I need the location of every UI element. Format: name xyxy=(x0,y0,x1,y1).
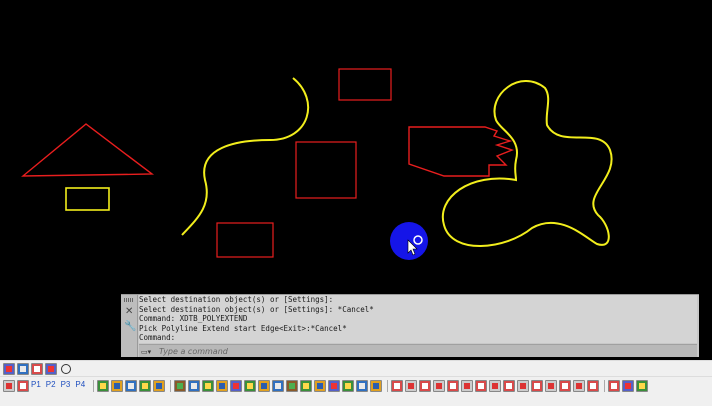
p4-icon[interactable]: P4 xyxy=(75,380,85,389)
tool-icon[interactable] xyxy=(489,380,502,392)
layer-icon[interactable] xyxy=(45,362,57,375)
drawing-canvas[interactable] xyxy=(0,0,712,294)
red-rectangle-top[interactable] xyxy=(338,68,392,101)
tool-icon[interactable] xyxy=(356,380,369,392)
grid-icon[interactable] xyxy=(3,380,15,392)
tool-icon[interactable] xyxy=(545,380,558,392)
tool-icon[interactable] xyxy=(125,380,138,392)
tool-icon[interactable] xyxy=(244,380,257,392)
cursor-highlight xyxy=(390,222,428,260)
toolbar-top xyxy=(0,360,712,376)
p1-icon[interactable]: P1 xyxy=(31,380,41,389)
command-history: Select destination object(s) or [Setting… xyxy=(139,295,697,343)
history-line: Command: xyxy=(139,333,176,343)
p2-icon[interactable]: P2 xyxy=(46,380,56,389)
tool-icon[interactable] xyxy=(503,380,516,392)
history-line: Pick Polyline Extend start Edge<Exit>:*C… xyxy=(139,323,347,333)
tool-icon[interactable] xyxy=(139,380,152,392)
tool-icon[interactable] xyxy=(286,380,299,392)
command-prompt-icon[interactable]: ▭▾ xyxy=(141,348,159,356)
panel-grip[interactable]: ✕ 🔧 xyxy=(121,295,138,358)
red-zigzag-shape[interactable] xyxy=(408,126,515,177)
command-line-panel: ✕ 🔧 Select destination object(s) or [Set… xyxy=(121,294,699,358)
drag-handle-icon[interactable] xyxy=(124,298,134,302)
layer-icon[interactable] xyxy=(3,362,15,375)
close-icon[interactable]: ✕ xyxy=(125,306,133,317)
tool-icon[interactable] xyxy=(573,380,586,392)
red-rectangle-middle[interactable] xyxy=(295,141,357,199)
layer-icon[interactable] xyxy=(17,362,29,375)
tool-icon[interactable] xyxy=(559,380,572,392)
layer-icon[interactable] xyxy=(31,362,43,375)
layer-icon[interactable] xyxy=(17,380,29,392)
tool-icon[interactable] xyxy=(531,380,544,392)
command-input[interactable]: ▭▾ Type a command xyxy=(139,344,697,358)
yellow-rectangle-small[interactable] xyxy=(65,187,110,211)
tool-icon[interactable] xyxy=(433,380,446,392)
red-rectangle-bottom[interactable] xyxy=(216,222,274,258)
tool-icon[interactable] xyxy=(153,380,166,392)
tool-icon[interactable] xyxy=(608,380,621,392)
command-input-placeholder: Type a command xyxy=(159,347,228,356)
tool-icon[interactable] xyxy=(636,380,649,392)
history-line: Select destination object(s) or [Setting… xyxy=(139,295,334,304)
history-line: Command: XDTB_POLYEXTEND xyxy=(139,314,248,324)
tool-icon[interactable] xyxy=(517,380,530,392)
yellow-s-curve[interactable] xyxy=(181,77,310,236)
zoom-icon[interactable] xyxy=(61,363,71,374)
tool-icon[interactable] xyxy=(328,380,341,392)
tool-icon[interactable] xyxy=(258,380,271,392)
tool-icon[interactable] xyxy=(461,380,474,392)
tool-icon[interactable] xyxy=(97,380,110,392)
tool-icon[interactable] xyxy=(342,380,355,392)
tool-icon[interactable] xyxy=(230,380,243,392)
tool-icon[interactable] xyxy=(391,380,404,392)
tool-icon[interactable] xyxy=(419,380,432,392)
tool-icon[interactable] xyxy=(314,380,327,392)
tool-icon[interactable] xyxy=(272,380,285,392)
p3-icon[interactable]: P3 xyxy=(61,380,71,389)
history-line: Select destination object(s) or [Setting… xyxy=(139,304,374,314)
tool-icon[interactable] xyxy=(216,380,229,392)
tool-icon[interactable] xyxy=(202,380,215,392)
tool-icon[interactable] xyxy=(622,380,635,392)
tool-icon[interactable] xyxy=(447,380,460,392)
toolbar-bottom: P1 P2 P3 P4 xyxy=(0,376,712,406)
tool-icon[interactable] xyxy=(475,380,488,392)
yellow-blob-curve[interactable] xyxy=(441,80,613,247)
tool-icon[interactable] xyxy=(111,380,124,392)
tool-icon[interactable] xyxy=(587,380,600,392)
tool-icon[interactable] xyxy=(174,380,187,392)
tool-icon[interactable] xyxy=(405,380,418,392)
red-triangle[interactable] xyxy=(21,123,155,177)
tool-icon[interactable] xyxy=(188,380,201,392)
tool-icon[interactable] xyxy=(300,380,313,392)
tool-icon[interactable] xyxy=(370,380,383,392)
wrench-icon[interactable]: 🔧 xyxy=(124,321,136,332)
cursor-icon xyxy=(407,235,423,256)
